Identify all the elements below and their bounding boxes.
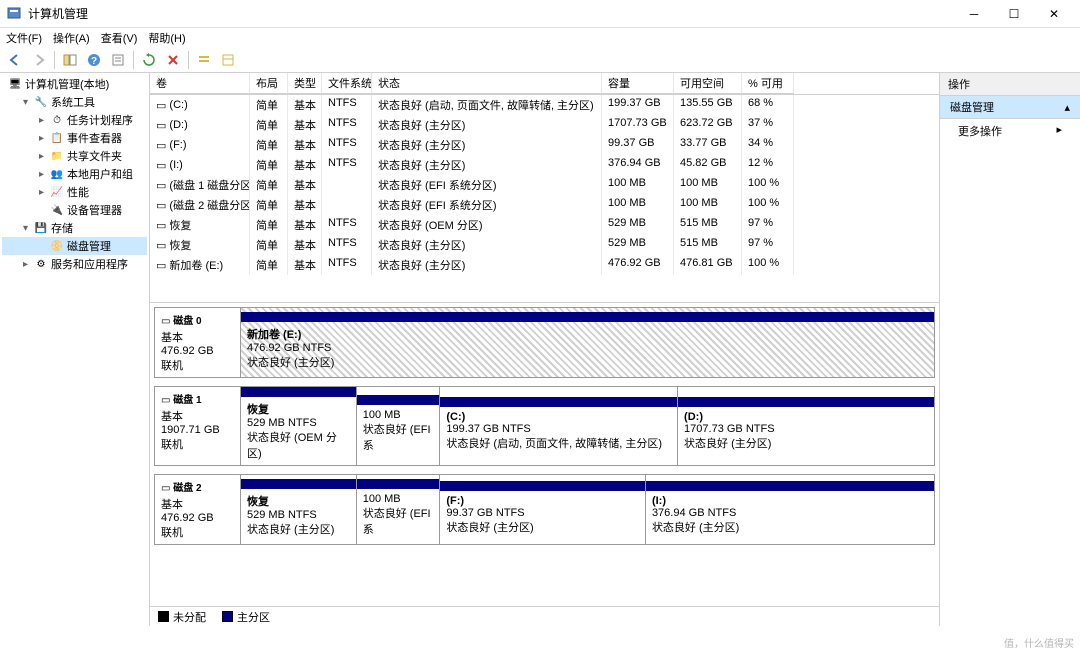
col-pct-free[interactable]: % 可用 xyxy=(742,73,794,94)
actions-header: 操作 xyxy=(940,73,1080,96)
volume-row[interactable]: ▭ (F:)简单基本NTFS状态良好 (主分区)99.37 GB33.77 GB… xyxy=(150,135,939,155)
volume-row[interactable]: ▭ 恢复简单基本NTFS状态良好 (主分区)529 MB515 MB97 % xyxy=(150,235,939,255)
volume-row[interactable]: ▭ (磁盘 2 磁盘分区 2)简单基本状态良好 (EFI 系统分区)100 MB… xyxy=(150,195,939,215)
action-more[interactable]: 更多操作▸ xyxy=(940,119,1080,143)
watermark: 值，什么值得买 xyxy=(1004,635,1074,650)
titlebar: 计算机管理 ─ ☐ ✕ xyxy=(0,0,1080,28)
partition[interactable]: (F:)99.37 GB NTFS状态良好 (主分区) xyxy=(439,475,645,544)
volume-list-header[interactable]: 卷 布局 类型 文件系统 状态 容量 可用空间 % 可用 xyxy=(150,73,939,95)
drive-icon: ▭ xyxy=(156,219,166,232)
tree-root[interactable]: 🖥计算机管理(本地) xyxy=(2,75,147,93)
partition[interactable]: (C:)199.37 GB NTFS状态良好 (启动, 页面文件, 故障转储, … xyxy=(439,387,677,465)
col-type[interactable]: 类型 xyxy=(288,73,322,94)
tree-disk-management[interactable]: 📀磁盘管理 xyxy=(2,237,147,255)
actions-panel: 操作 磁盘管理▴ 更多操作▸ xyxy=(940,73,1080,626)
volume-row[interactable]: ▭ (C:)简单基本NTFS状态良好 (启动, 页面文件, 故障转储, 主分区)… xyxy=(150,95,939,115)
partition[interactable]: 恢复529 MB NTFS状态良好 (主分区) xyxy=(240,475,356,544)
legend: 未分配 主分区 xyxy=(150,606,939,626)
navigation-tree[interactable]: 🖥计算机管理(本地) ▾🔧系统工具 ▸⏱任务计划程序 ▸📋事件查看器 ▸📁共享文… xyxy=(0,73,150,626)
col-status[interactable]: 状态 xyxy=(372,73,602,94)
drive-icon: ▭ xyxy=(156,239,166,252)
window-title: 计算机管理 xyxy=(28,5,954,22)
drive-icon: ▭ xyxy=(156,179,166,192)
disk-icon: ▭ 磁盘 1 xyxy=(161,391,234,406)
list-view-button[interactable] xyxy=(193,49,215,71)
menu-view[interactable]: 查看(V) xyxy=(101,30,138,46)
drive-icon: ▭ xyxy=(156,159,166,172)
collapse-icon: ▴ xyxy=(1064,101,1070,114)
tree-task-scheduler[interactable]: ▸⏱任务计划程序 xyxy=(2,111,147,129)
col-free[interactable]: 可用空间 xyxy=(674,73,742,94)
minimize-button[interactable]: ─ xyxy=(954,0,994,28)
center-panel: 卷 布局 类型 文件系统 状态 容量 可用空间 % 可用 ▭ (C:)简单基本N… xyxy=(150,73,940,626)
drive-icon: ▭ xyxy=(156,139,166,152)
tree-performance[interactable]: ▸📈性能 xyxy=(2,183,147,201)
drive-icon: ▭ xyxy=(156,259,166,272)
col-volume[interactable]: 卷 xyxy=(150,73,250,94)
col-layout[interactable]: 布局 xyxy=(250,73,288,94)
volume-row[interactable]: ▭ 恢复简单基本NTFS状态良好 (OEM 分区)529 MB515 MB97 … xyxy=(150,215,939,235)
menu-action[interactable]: 操作(A) xyxy=(53,30,90,46)
volume-row[interactable]: ▭ (D:)简单基本NTFS状态良好 (主分区)1707.73 GB623.72… xyxy=(150,115,939,135)
disk-icon: ▭ 磁盘 2 xyxy=(161,479,234,494)
legend-swatch-primary xyxy=(222,611,233,622)
volume-row[interactable]: ▭ (I:)简单基本NTFS状态良好 (主分区)376.94 GB45.82 G… xyxy=(150,155,939,175)
partition[interactable]: (D:)1707.73 GB NTFS状态良好 (主分区) xyxy=(677,387,934,465)
back-button[interactable] xyxy=(4,49,26,71)
volume-row[interactable]: ▭ 新加卷 (E:)简单基本NTFS状态良好 (主分区)476.92 GB476… xyxy=(150,255,939,275)
disk-block[interactable]: ▭ 磁盘 1基本1907.71 GB联机恢复529 MB NTFS状态良好 (O… xyxy=(154,386,935,466)
disk-block[interactable]: ▭ 磁盘 0基本476.92 GB联机新加卷 (E:)476.92 GB NTF… xyxy=(154,307,935,378)
app-icon xyxy=(6,6,22,22)
drive-icon: ▭ xyxy=(156,119,166,132)
partition[interactable]: 新加卷 (E:)476.92 GB NTFS状态良好 (主分区) xyxy=(240,308,934,377)
tree-event-viewer[interactable]: ▸📋事件查看器 xyxy=(2,129,147,147)
partition[interactable]: 100 MB状态良好 (EFI 系 xyxy=(356,387,440,465)
tree-services-apps[interactable]: ▸⚙服务和应用程序 xyxy=(2,255,147,273)
tree-storage[interactable]: ▾💾存储 xyxy=(2,219,147,237)
volume-list[interactable]: 卷 布局 类型 文件系统 状态 容量 可用空间 % 可用 ▭ (C:)简单基本N… xyxy=(150,73,939,303)
drive-icon: ▭ xyxy=(156,199,166,212)
disk-icon: ▭ 磁盘 0 xyxy=(161,312,234,327)
disk-block[interactable]: ▭ 磁盘 2基本476.92 GB联机恢复529 MB NTFS状态良好 (主分… xyxy=(154,474,935,545)
toolbar: ? xyxy=(0,48,1080,73)
disk-graphic-panel[interactable]: ▭ 磁盘 0基本476.92 GB联机新加卷 (E:)476.92 GB NTF… xyxy=(150,303,939,606)
col-capacity[interactable]: 容量 xyxy=(602,73,674,94)
chevron-right-icon: ▸ xyxy=(1056,123,1062,139)
properties-button[interactable] xyxy=(107,49,129,71)
partition[interactable]: 恢复529 MB NTFS状态良好 (OEM 分区) xyxy=(240,387,356,465)
detail-view-button[interactable] xyxy=(217,49,239,71)
svg-text:?: ? xyxy=(91,56,97,67)
menubar: 文件(F) 操作(A) 查看(V) 帮助(H) xyxy=(0,28,1080,48)
close-button[interactable]: ✕ xyxy=(1034,0,1074,28)
volume-row[interactable]: ▭ (磁盘 1 磁盘分区 2)简单基本状态良好 (EFI 系统分区)100 MB… xyxy=(150,175,939,195)
col-filesystem[interactable]: 文件系统 xyxy=(322,73,372,94)
maximize-button[interactable]: ☐ xyxy=(994,0,1034,28)
partition[interactable]: 100 MB状态良好 (EFI 系 xyxy=(356,475,440,544)
legend-swatch-unallocated xyxy=(158,611,169,622)
menu-help[interactable]: 帮助(H) xyxy=(148,30,185,46)
help-button[interactable]: ? xyxy=(83,49,105,71)
actions-context[interactable]: 磁盘管理▴ xyxy=(940,96,1080,119)
menu-file[interactable]: 文件(F) xyxy=(6,30,42,46)
tree-device-manager[interactable]: 🔌设备管理器 xyxy=(2,201,147,219)
tree-shared-folders[interactable]: ▸📁共享文件夹 xyxy=(2,147,147,165)
forward-button[interactable] xyxy=(28,49,50,71)
partition[interactable]: (I:)376.94 GB NTFS状态良好 (主分区) xyxy=(645,475,934,544)
tree-local-users[interactable]: ▸👥本地用户和组 xyxy=(2,165,147,183)
delete-button[interactable] xyxy=(162,49,184,71)
show-hide-tree-button[interactable] xyxy=(59,49,81,71)
refresh-button[interactable] xyxy=(138,49,160,71)
tree-system-tools[interactable]: ▾🔧系统工具 xyxy=(2,93,147,111)
drive-icon: ▭ xyxy=(156,99,166,112)
